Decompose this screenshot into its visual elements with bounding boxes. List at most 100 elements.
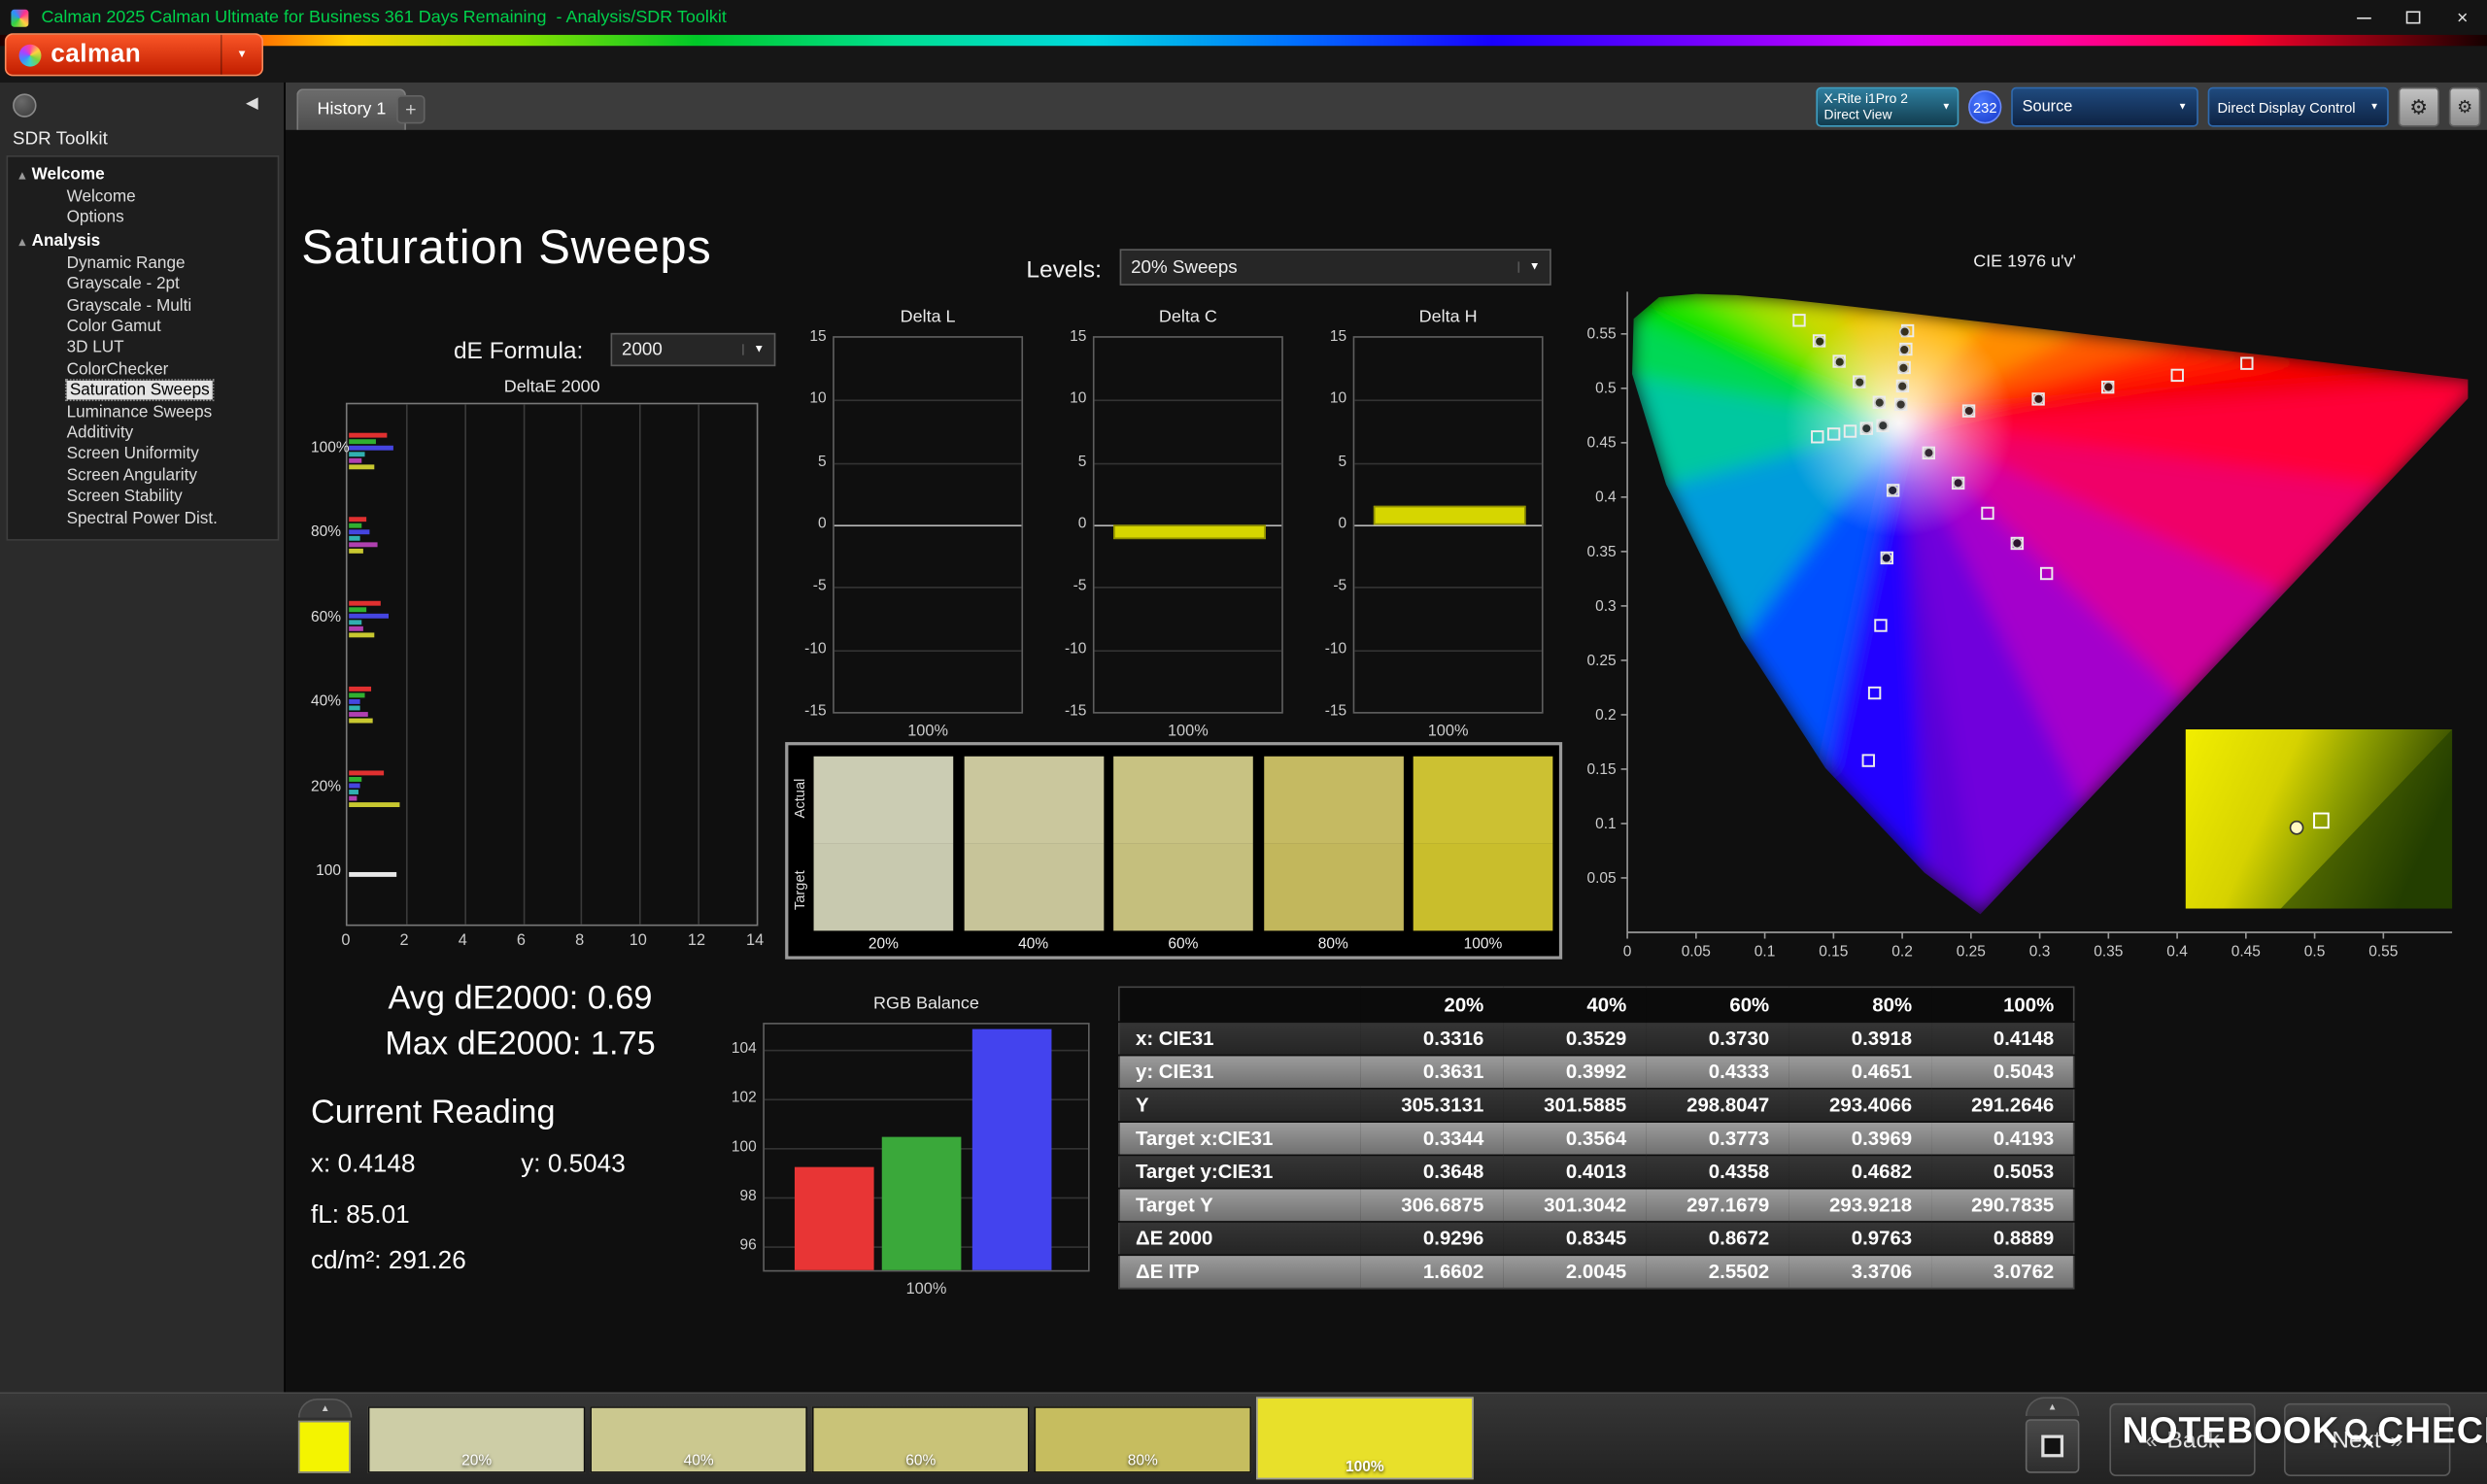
gridline [834,462,1022,464]
cell-value: 0.3316 [1359,1021,1503,1056]
svg-text:0.2: 0.2 [1595,707,1617,724]
calman-menu-button[interactable]: calman ▼ [4,33,264,77]
cell-value: 0.3918 [1788,1021,1931,1056]
swatch-label: 100% [1463,935,1503,954]
page-expander-handle[interactable]: ▲ [2025,1397,2080,1416]
table-row: Target Y 306.6875 301.3042 297.1679 293.9218… [1118,1187,2074,1222]
de-bar-cyan [349,620,361,625]
de-formula-dropdown[interactable]: 2000 ▼ [610,332,776,367]
svg-text:0.45: 0.45 [1586,435,1616,452]
levels-dropdown[interactable]: 20% Sweeps ▼ [1119,249,1551,286]
sidebar-item-options[interactable]: Options [8,209,278,230]
cell-value: 3.0762 [1930,1254,2074,1289]
axis-tick-label: 60% [310,608,342,626]
chart-title: Delta L [900,307,956,327]
cell-value: 0.3773 [1645,1121,1789,1156]
sidebar-item-3d-lut[interactable]: 3D LUT [8,338,278,359]
app-icon [11,8,29,26]
sidebar-item-grayscale-2pt[interactable]: Grayscale - 2pt [8,275,278,296]
table-row: Target y:CIE31 0.3648 0.4013 0.4358 0.4682 0.… [1118,1154,2074,1189]
axis-tick-label: -15 [1324,702,1347,721]
table-row: ΔE 2000 0.9296 0.8345 0.8672 0.9763 0.8889 [1118,1221,2074,1256]
add-tab-button[interactable]: + [396,94,426,124]
minimize-button[interactable] [2339,0,2389,35]
gridline [834,587,1022,590]
cell-value: 301.5885 [1502,1087,1646,1123]
sidebar-item-colorchecker[interactable]: ColorChecker [8,359,278,381]
levels-label: Levels: [1026,256,1102,285]
workflow-gear-button[interactable]: ⚙ [2448,86,2481,127]
sidebar-item-dynamic-range[interactable]: Dynamic Range [8,253,278,275]
tab-history-1[interactable]: History 1 [296,88,407,130]
de-bar-green [349,777,362,783]
meter-name: X-Rite i1Pro 2 [1823,90,1908,107]
cell-value: 0.3969 [1788,1121,1931,1156]
svg-text:0.15: 0.15 [1586,761,1616,778]
cell-value: 0.3564 [1502,1121,1646,1156]
meter-mode: Direct View [1823,105,1892,121]
pattern-window-button[interactable] [2025,1419,2080,1473]
swatch-label: 20% [868,935,899,954]
next-button[interactable]: Next » [2284,1402,2451,1476]
sidebar-item-screen-stability[interactable]: Screen Stability [8,488,278,509]
cell-value: 290.7835 [1930,1187,2074,1222]
sidebar-item-additivity[interactable]: Additivity [8,423,278,445]
source-dropdown[interactable]: Source ▼ [2011,86,2198,127]
svg-text:0.2: 0.2 [1891,943,1913,960]
bottom-swatch-100[interactable]: 100% [1256,1397,1474,1480]
swatch-label: 100% [1346,1459,1384,1476]
close-button[interactable]: × [2437,0,2487,35]
axis-tick-label: 12 [687,931,706,950]
current-x-value: x: 0.4148 [310,1151,416,1179]
gridline [581,404,583,925]
settings-gear-button[interactable]: ⚙ [2398,86,2440,127]
sidebar-item-saturation-sweeps[interactable]: Saturation Sweeps [8,379,278,402]
tree-section-analysis[interactable]: ▴ Analysis [8,229,278,253]
column-header: 20% [1359,987,1503,1023]
column-header: 40% [1502,987,1646,1023]
meter-dropdown[interactable]: X-Rite i1Pro 2 Direct View ▼ [1816,86,1959,127]
deltaC-chart: Delta C 15 10 5 0 -5 -10 -15 100% [1061,308,1299,767]
sidebar-item-spectral-power-dist[interactable]: Spectral Power Dist. [8,509,278,530]
axis-tick-label: 6 [516,931,526,950]
maximize-button[interactable] [2389,0,2438,35]
sidebar-item-welcome[interactable]: Welcome [8,187,278,209]
actual-swatch [1263,756,1404,844]
de-bar-blue [349,529,370,535]
bottom-swatch-80[interactable]: 80% [1034,1406,1252,1473]
sidebar-item-screen-angularity[interactable]: Screen Angularity [8,466,278,488]
tab-bar: History 1 + X-Rite i1Pro 2 Direct View ▼… [285,82,2487,130]
gridline [1354,399,1542,402]
cell-value: 2.0045 [1502,1254,1646,1289]
sidebar-item-color-gamut[interactable]: Color Gamut [8,318,278,339]
tree-section-welcome[interactable]: ▴ Welcome [8,163,278,186]
de-bar-blue [349,444,393,450]
axis-tick-label: 100 [731,1137,757,1156]
column-header: 100% [1930,987,2074,1023]
de-bar-blue [349,698,361,704]
axis-tick-label: 15 [809,327,827,346]
sidebar-item-luminance-sweeps[interactable]: Luminance Sweeps [8,402,278,423]
bottom-swatch-60[interactable]: 60% [811,1406,1030,1473]
top-strip [0,46,2487,83]
axis-label: 100% [907,723,948,741]
axis-label: 100% [1427,723,1469,741]
bottom-swatch-40[interactable]: 40% [590,1406,808,1473]
axis-tick-label: -10 [1324,640,1347,658]
sidebar-info-button[interactable] [13,93,37,118]
active-patch-swatch[interactable] [297,1420,351,1473]
current-y-value: y: 0.5043 [521,1151,626,1179]
de-bar-cyan [349,790,358,795]
rgb-bar-blue [971,1029,1052,1270]
swatch-label: 60% [1168,935,1199,954]
patch-expander-handle[interactable]: ▲ [297,1398,353,1418]
sidebar-item-grayscale-multi[interactable]: Grayscale - Multi [8,296,278,318]
chevron-down-icon: ▼ [220,34,261,75]
sidebar-item-screen-uniformity[interactable]: Screen Uniformity [8,445,278,466]
target-row-label: Target [791,870,808,911]
back-button[interactable]: « Back [2109,1402,2256,1476]
sidebar-collapse-button[interactable]: ◀ [246,95,258,113]
cell-value: 0.5043 [1930,1054,2074,1089]
display-control-dropdown[interactable]: Direct Display Control ▼ [2207,86,2389,127]
bottom-swatch-20[interactable]: 20% [367,1406,586,1473]
